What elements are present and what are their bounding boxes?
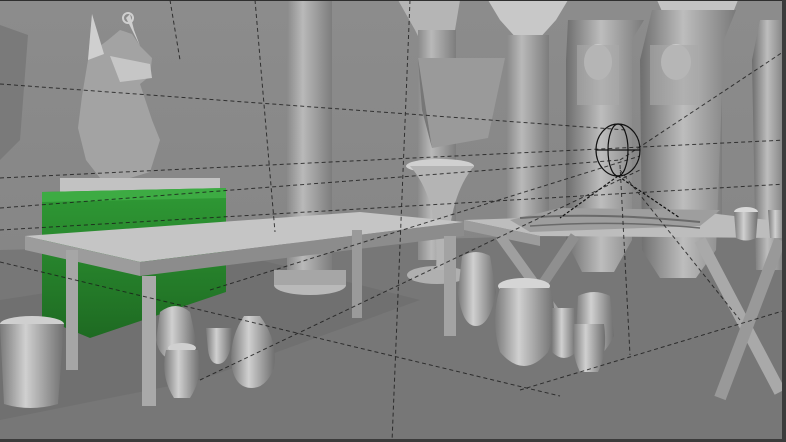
viewport-border-top [0, 0, 786, 1]
vase-9[interactable] [572, 324, 606, 372]
3d-viewport[interactable] [0, 0, 786, 442]
vase-7[interactable] [552, 308, 576, 358]
bucket[interactable] [0, 316, 64, 408]
viewport-scene[interactable] [0, 0, 786, 442]
table-jar-1[interactable] [734, 207, 758, 241]
vase-6[interactable] [495, 278, 555, 366]
viewport-border-right [782, 0, 786, 442]
vase-2[interactable] [164, 343, 200, 398]
